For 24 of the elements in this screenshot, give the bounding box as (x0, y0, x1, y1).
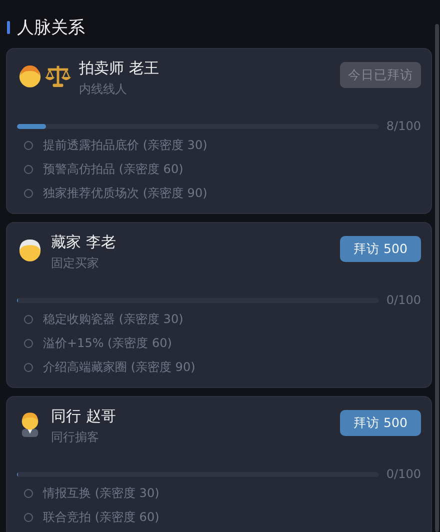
visit-button[interactable]: 拜访 500 (340, 236, 421, 262)
intimacy-reading: 8/100 (385, 119, 421, 133)
perk-text: 联合竞拍 (亲密度 60) (43, 508, 160, 526)
person-icon (17, 237, 43, 263)
contact-role: 固定买家 (51, 255, 100, 272)
perk-text: 稳定收购瓷器 (亲密度 30) (43, 310, 184, 328)
perk-text: 独家推荐优质场次 (亲密度 90) (43, 184, 208, 202)
perk-text: 预警高仿拍品 (亲密度 60) (43, 160, 184, 178)
scales-icon (45, 63, 71, 89)
visit-button[interactable]: 拜访 500 (340, 410, 421, 436)
intimacy-reading: 0/100 (385, 467, 421, 481)
accent-bar (7, 21, 10, 34)
intimacy-reading: 0/100 (385, 293, 421, 307)
perk-text: 溢价+15% (亲密度 60) (43, 334, 172, 352)
perk-text: 情报互换 (亲密度 30) (43, 484, 160, 502)
contact-name: 同行 赵哥 (51, 407, 117, 426)
contact-role: 内线线人 (79, 81, 128, 98)
perk-text: 提前透露拍品底价 (亲密度 30) (43, 136, 208, 154)
contact-role: 同行掮客 (51, 429, 100, 446)
perk-text: 介绍高端藏家圈 (亲密度 90) (43, 358, 196, 376)
contact-name: 拍卖师 老王 (79, 59, 160, 78)
contact-name: 藏家 李老 (51, 233, 117, 252)
section-title: 人脉关系 (17, 17, 85, 39)
person-icon (17, 63, 43, 89)
